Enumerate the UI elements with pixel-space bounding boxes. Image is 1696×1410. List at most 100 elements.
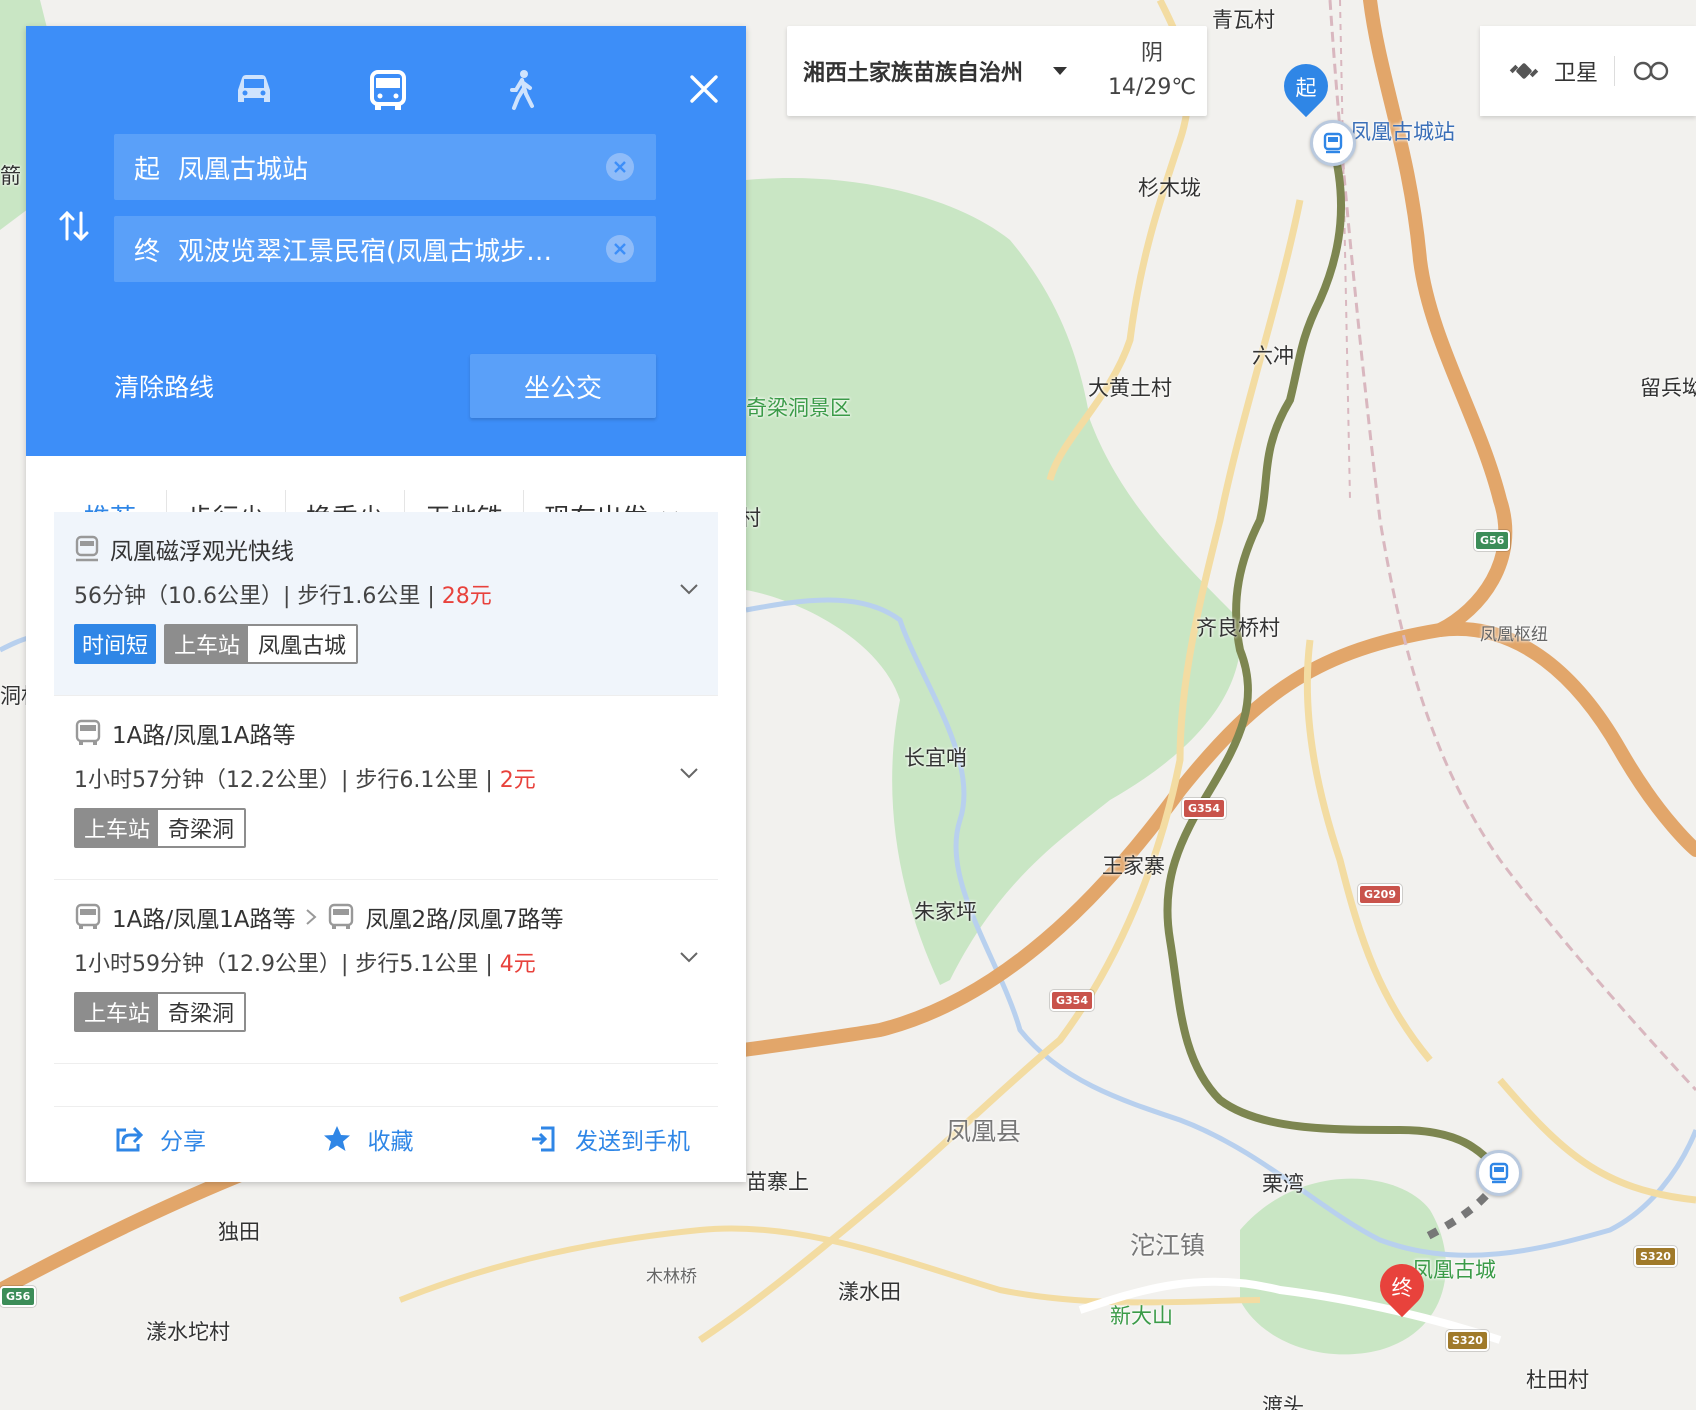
label-du: 渡头	[1262, 1394, 1304, 1410]
route-panel: 起 凤凰古城站 终 观波览翠江景民宿(凤凰古城步… 清除路线 坐公交 推荐 步行…	[26, 26, 746, 1182]
route-meta-text: 56分钟（10.6公里）| 步行1.6公里 |	[74, 584, 442, 609]
chevron-down-icon[interactable]	[680, 768, 698, 780]
metro-station-end-icon[interactable]	[1476, 1150, 1522, 1196]
label-yangshuitian: 漾水田	[838, 1280, 901, 1304]
route-title: 1A路/凤凰1A路等 凤凰2路/凤凰7路等	[74, 900, 564, 934]
bus-icon	[75, 903, 101, 929]
shield-g354: G354	[1182, 798, 1226, 819]
start-pin-label: 起	[1295, 76, 1317, 100]
share-button[interactable]: 分享	[114, 1122, 206, 1156]
route-price: 28元	[441, 584, 492, 609]
label-station: 凤凰古城站	[1350, 120, 1455, 144]
close-button[interactable]	[679, 64, 729, 114]
region-weather-box[interactable]: 湘西土家族苗族自治州 阴 14/29℃	[787, 26, 1207, 116]
walk-mode-button[interactable]	[494, 64, 550, 116]
chevron-right-icon	[306, 909, 318, 925]
clear-route-link[interactable]: 清除路线	[114, 368, 214, 404]
shield-g209: G209	[1358, 884, 1402, 905]
satellite-label: 卫星	[1554, 61, 1599, 86]
subway-layer-icon[interactable]	[1631, 56, 1671, 86]
send-to-phone-label: 发送到手机	[575, 1128, 690, 1155]
weather-condition: 阴	[1140, 41, 1163, 66]
fastest-badge: 时间短	[74, 624, 157, 664]
route-meta-text: 1小时59分钟（12.9公里）| 步行5.1公里 |	[74, 952, 500, 977]
maglev-icon	[75, 535, 99, 562]
route-panel-header: 起 凤凰古城站 终 观波览翠江景民宿(凤凰古城步… 清除路线 坐公交	[26, 26, 746, 456]
start-field[interactable]: 起 凤凰古城站	[114, 134, 656, 200]
bus-mode-button[interactable]	[360, 64, 416, 116]
boarding-key: 上车站	[76, 994, 159, 1030]
boarding-key: 上车站	[166, 626, 249, 662]
end-pin[interactable]: 终	[1370, 1254, 1434, 1320]
route-title-text: 1A路/凤凰1A路等	[112, 723, 296, 749]
clear-start-button[interactable]	[606, 153, 634, 181]
route-option[interactable]: 凤凰磁浮观光快线 56分钟（10.6公里）| 步行1.6公里 | 28元 时间短…	[54, 512, 718, 696]
satellite-icon	[1509, 63, 1539, 79]
label-wangjia: 王家寨	[1102, 854, 1165, 878]
route-title: 1A路/凤凰1A路等	[74, 716, 295, 750]
shield-s320-south: S320	[1446, 1330, 1489, 1351]
route-meta: 56分钟（10.6公里）| 步行1.6公里 | 28元	[74, 578, 492, 610]
label-oldtown: 凤凰古城	[1412, 1258, 1496, 1282]
drive-mode-button[interactable]	[226, 64, 282, 116]
chevron-down-icon[interactable]	[680, 584, 698, 596]
boarding-value: 凤凰古城	[248, 626, 357, 662]
close-icon	[690, 75, 718, 103]
route-price: 2元	[499, 768, 536, 793]
route-tags: 上车站 奇梁洞	[74, 808, 247, 848]
boarding-value: 奇梁洞	[158, 810, 245, 846]
satellite-toggle[interactable]: 卫星	[1480, 53, 1598, 89]
end-value[interactable]: 观波览翠江景民宿(凤凰古城步…	[178, 231, 656, 268]
route-title-text-2: 凤凰2路/凤凰7路等	[365, 907, 564, 933]
shield-g56: G56	[1474, 530, 1511, 551]
label-qingwa: 青瓦村	[1212, 8, 1275, 32]
label-mulin: 木林桥	[646, 1267, 697, 1287]
walk-icon	[510, 70, 534, 110]
shield-s320: S320	[1634, 1246, 1677, 1267]
label-dutian: 独田	[218, 1220, 260, 1244]
clear-icon	[614, 243, 626, 255]
route-meta-text: 1小时57分钟（12.2公里）| 步行6.1公里 |	[74, 768, 500, 793]
boarding-key: 上车站	[76, 810, 159, 846]
boarding-value: 奇梁洞	[158, 994, 245, 1030]
bus-icon	[75, 719, 101, 745]
chevron-down-icon[interactable]	[680, 952, 698, 964]
boarding-station-badge: 上车站 奇梁洞	[74, 808, 247, 848]
route-title-text: 凤凰磁浮观光快线	[110, 539, 294, 565]
route-option[interactable]: 1A路/凤凰1A路等 1小时57分钟（12.2公里）| 步行6.1公里 | 2元…	[54, 696, 718, 880]
route-title-text: 1A路/凤凰1A路等	[112, 907, 296, 933]
send-to-phone-button[interactable]: 发送到手机	[529, 1122, 690, 1156]
label-hub: 凤凰枢纽	[1480, 625, 1548, 645]
label-zhujia: 朱家坪	[914, 900, 977, 924]
label-liuchong: 六冲	[1252, 344, 1294, 368]
start-value[interactable]: 凤凰古城站	[178, 149, 656, 186]
swap-button[interactable]	[54, 202, 94, 250]
end-pin-label: 终	[1391, 1276, 1413, 1300]
start-pin[interactable]: 起	[1274, 54, 1338, 120]
label-dahuang: 大黄土村	[1088, 376, 1172, 400]
label-qiliangdong: 奇梁洞景区	[746, 396, 851, 420]
label-xinda: 新大山	[1110, 1304, 1173, 1328]
favorite-button[interactable]: 收藏	[322, 1122, 414, 1156]
boarding-station-badge: 上车站 凤凰古城	[164, 624, 359, 664]
label-liubing: 留兵坳	[1640, 376, 1696, 400]
label-tuojiang: 沱江镇	[1130, 1231, 1206, 1260]
region-select[interactable]: 湘西土家族苗族自治州	[787, 55, 1053, 87]
weather-info: 阴 14/29℃	[1097, 37, 1207, 105]
route-panel-footer: 分享 收藏 发送到手机	[54, 1106, 718, 1170]
star-icon	[323, 1125, 350, 1151]
metro-station-icon[interactable]	[1310, 120, 1356, 166]
clear-end-button[interactable]	[606, 235, 634, 263]
route-option[interactable]: 1A路/凤凰1A路等 凤凰2路/凤凰7路等 1小时59分钟（12.9公里）| 步…	[54, 880, 718, 1064]
label-jian: 箭	[0, 164, 21, 188]
start-tag: 起	[134, 154, 161, 185]
favorite-label: 收藏	[367, 1128, 414, 1155]
end-field[interactable]: 终 观波览翠江景民宿(凤凰古城步…	[114, 216, 656, 282]
label-county: 凤凰县	[946, 1117, 1022, 1146]
route-tags: 上车站 奇梁洞	[74, 992, 247, 1032]
chevron-down-icon[interactable]	[1053, 67, 1067, 75]
search-bus-button[interactable]: 坐公交	[470, 354, 656, 418]
clear-icon	[614, 161, 626, 173]
bus-icon	[329, 903, 354, 929]
bus-icon	[370, 70, 406, 110]
